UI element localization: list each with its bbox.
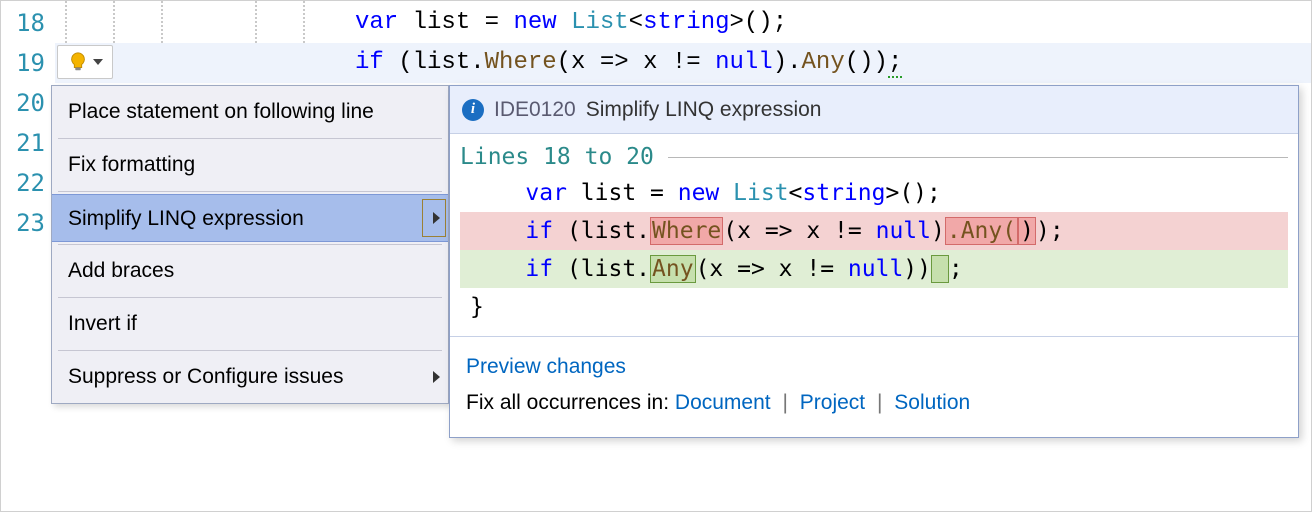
line-number: 19 [1,43,55,83]
rule-description: Simplify LINQ expression [586,98,822,122]
rule-id: IDE0120 [494,98,576,122]
separator [58,350,442,351]
preview-footer: Preview changes Fix all occurrences in: … [450,336,1298,437]
chevron-right-icon [433,212,440,224]
separator [58,138,442,139]
diff-added-line: if (list.Any(x => x != null)) ; [460,250,1288,288]
separator: | [871,391,888,414]
qa-suppress-configure[interactable]: Suppress or Configure issues [52,353,448,401]
diff-context-line: } [460,288,1288,326]
fix-all-solution-link[interactable]: Solution [894,391,970,414]
chevron-down-icon [93,59,103,65]
qa-add-braces[interactable]: Add braces [52,247,448,295]
qa-item-label: Simplify LINQ expression [68,207,304,230]
horizontal-rule [668,157,1288,158]
quick-actions-menu: Place statement on following line Fix fo… [51,85,449,404]
qa-item-label: Place statement on following line [68,100,374,123]
separator [58,297,442,298]
fix-all-project-link[interactable]: Project [800,391,865,414]
qa-item-label: Add braces [68,259,174,282]
fix-all-document-link[interactable]: Document [675,391,771,414]
separator [58,191,442,192]
qa-invert-if[interactable]: Invert if [52,300,448,348]
lightbulb-icon [67,51,89,73]
qa-item-label: Suppress or Configure issues [68,365,343,388]
line-number-gutter: 18 19 20 21 22 23 [1,1,55,243]
line-number: 21 [1,123,55,163]
lightbulb-button[interactable] [57,45,113,79]
deleted-fragment: .Any( [945,217,1018,245]
quick-action-preview: i IDE0120 Simplify LINQ expression Lines… [449,85,1299,438]
qa-item-label: Fix formatting [68,153,195,176]
line-number: 23 [1,203,55,243]
code-line-18[interactable]: var list = new List<string>(); [55,3,1311,43]
qa-simplify-linq[interactable]: Simplify LINQ expression [52,194,448,242]
diff-deleted-line: if (list.Where(x => x != null).Any()); [460,212,1288,250]
code-line-19[interactable]: if (list.Where(x => x != null).Any()); [55,43,1311,83]
preview-title-bar: i IDE0120 Simplify LINQ expression [450,86,1298,134]
chevron-right-icon [433,371,440,383]
fix-all-label: Fix all occurrences in: [466,391,675,414]
line-number: 20 [1,83,55,123]
info-icon: i [462,99,484,121]
preview-changes-link[interactable]: Preview changes [466,355,626,378]
diff-lines-header: Lines 18 to 20 [460,140,1288,174]
separator [58,244,442,245]
diff-context-line: var list = new List<string>(); [460,174,1288,212]
line-number: 22 [1,163,55,203]
qa-fix-formatting[interactable]: Fix formatting [52,141,448,189]
lines-label: Lines 18 to 20 [460,144,654,170]
line-number: 18 [1,3,55,43]
separator: | [776,391,793,414]
qa-place-statement[interactable]: Place statement on following line [52,88,448,136]
preview-body: Lines 18 to 20 var list = new List<strin… [450,134,1298,336]
qa-item-label: Invert if [68,312,137,335]
